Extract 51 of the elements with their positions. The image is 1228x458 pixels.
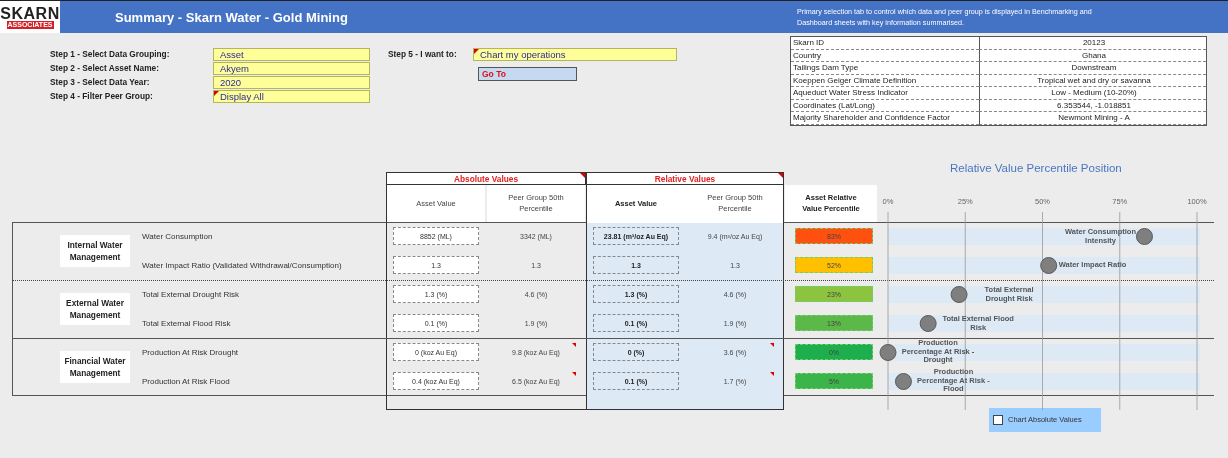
step-label: Step 3 - Select Data Year:: [50, 76, 151, 89]
dropdown-field[interactable]: Display All: [213, 90, 370, 103]
dropdown-field[interactable]: Chart my operations: [473, 48, 677, 61]
table-cell: Ghana: [979, 49, 1206, 62]
table-cell: Low - Medium (10-20%): [979, 87, 1206, 100]
data-point: [950, 285, 968, 303]
table-cell: Skarn ID: [791, 37, 979, 50]
dropdown-field[interactable]: Akyem: [213, 62, 370, 75]
data-point: [894, 372, 912, 390]
table-cell: Country: [791, 49, 979, 62]
table-cell: 20123: [979, 37, 1206, 50]
comment-marker-icon: [572, 371, 576, 376]
table-cell: Koeppen Geiger Climate Definition: [791, 74, 979, 87]
table-cell: Downstream: [979, 62, 1206, 75]
step-label: Step 5 - I want to:: [388, 48, 458, 61]
table-cell: Tropical wet and dry or savanna: [979, 74, 1206, 87]
metric-name: Production At Risk Flood: [141, 376, 231, 386]
table-cell: Majority Shareholder and Confidence Factor: [791, 112, 979, 125]
comment-marker-icon: [474, 49, 479, 54]
dropdown-field[interactable]: 2020: [213, 76, 370, 89]
data-point: [919, 314, 937, 332]
table-cell: Aqueduct Water Stress Indicator: [791, 87, 979, 100]
table-cell: Coordinates (Lat/Long): [791, 99, 979, 112]
checkbox[interactable]: [993, 414, 1003, 425]
comment-marker-icon: [770, 371, 774, 376]
comment-marker-icon: [214, 91, 219, 96]
table-cell: 6.353544, -1.018851: [979, 99, 1206, 112]
metric-name: Water Impact Ratio (Validated Withdrawal/Consumption): [141, 260, 343, 270]
metric-name: Production At Risk Drought: [141, 347, 240, 357]
column-group-header: Relative Values: [586, 171, 784, 185]
chart-title: Relative Value Percentile Position: [950, 161, 1122, 174]
metric-name: Total External Flood Risk: [141, 318, 232, 328]
metric-name: Total External Drought Risk: [141, 289, 240, 299]
column-group-header: Absolute Values: [386, 171, 586, 185]
table-cell: Tailings Dam Type: [791, 62, 979, 75]
comment-marker-icon: [770, 342, 774, 347]
group-label: Internal Water Management: [60, 234, 130, 267]
metric-name: Water Consumption: [141, 231, 214, 241]
go-to-button[interactable]: Go To: [478, 67, 577, 81]
group-label: Financial Water Management: [60, 350, 130, 383]
table-cell: Newmont Mining - A: [979, 112, 1206, 125]
group-label: External Water Management: [60, 292, 130, 325]
data-point: [879, 343, 897, 361]
data-point: [1135, 227, 1153, 245]
data-point: [1040, 256, 1058, 274]
step-label: Step 1 - Select Data Grouping:: [50, 48, 171, 61]
step-label: Step 2 - Select Asset Name:: [50, 62, 160, 75]
comment-marker-icon: [572, 342, 576, 347]
dropdown-field[interactable]: Asset: [213, 48, 370, 61]
page-title: Summary - Skarn Water - Gold Mining: [115, 9, 349, 25]
step-label: Step 4 - Filter Peer Group:: [50, 90, 154, 103]
